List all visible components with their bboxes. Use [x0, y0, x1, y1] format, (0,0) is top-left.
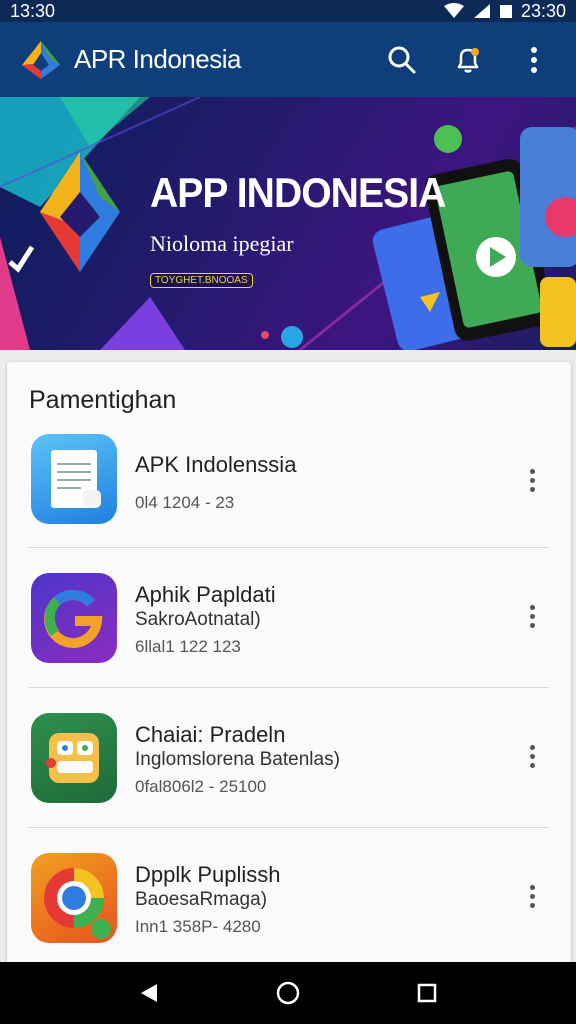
search-button[interactable] — [380, 38, 424, 82]
overflow-menu-button[interactable] — [512, 38, 556, 82]
section-title: Pamentighan — [29, 386, 177, 414]
app-icon-browser — [31, 853, 117, 943]
banner-artwork — [0, 97, 576, 350]
system-nav-bar — [0, 962, 576, 1024]
banner-subtitle: Nioloma ipegiar — [150, 231, 294, 256]
home-button[interactable] — [268, 973, 308, 1013]
battery-icon — [499, 5, 512, 18]
home-icon — [276, 981, 300, 1005]
app-icon-circle — [31, 573, 117, 663]
app-name: Chaiai: Pradeln — [135, 722, 286, 747]
document-icon — [51, 450, 101, 508]
app-title: APR Indonesia — [74, 44, 241, 74]
promo-banner[interactable]: APP INDONESIA Nioloma ipegiar TOYGHET.BN… — [0, 97, 576, 350]
status-icons: 23:30 — [443, 1, 566, 22]
item-more-button[interactable] — [522, 876, 542, 916]
search-icon — [388, 46, 416, 73]
divider — [29, 547, 549, 548]
app-icon-document — [31, 434, 117, 524]
banner-badge: TOYGHET.BNOOAS — [150, 273, 253, 288]
app-name: Dpplk Puplissh — [135, 862, 281, 887]
status-clock: 23:30 — [520, 0, 566, 21]
g-logo-icon — [44, 589, 103, 648]
wifi-icon — [443, 3, 464, 18]
list-item[interactable]: Aphik Papldati SakroAotnatal) 6llal1 122… — [7, 570, 571, 710]
app-name: Aphik Papldati — [135, 582, 276, 607]
app-logo-icon — [22, 40, 60, 79]
app-icon-chat — [31, 713, 117, 803]
app-subtitle: SakroAotnatal) — [135, 609, 261, 630]
item-more-button[interactable] — [522, 596, 542, 636]
app-subtitle: Inglomslorena Batenlas) — [135, 749, 340, 770]
browser-icon — [44, 868, 111, 939]
notification-button[interactable] — [446, 38, 490, 82]
more-vert-icon — [531, 46, 537, 73]
item-more-button[interactable] — [522, 460, 542, 500]
notification-bell-icon — [457, 47, 479, 73]
app-meta: 0l4 1204 - 23 — [135, 493, 235, 512]
banner-title: APP INDONESIA — [150, 169, 446, 216]
status-bar: 13:30 23:30 — [0, 0, 576, 22]
signal-icon — [473, 4, 490, 18]
app-subtitle: BaoesaRmaga) — [135, 889, 268, 910]
list-item[interactable]: APK Indolenssia 0l4 1204 - 23 — [7, 430, 571, 570]
status-time: 13:30 — [10, 0, 56, 21]
divider — [29, 827, 549, 828]
item-more-button[interactable] — [522, 736, 542, 776]
recents-button[interactable] — [407, 973, 447, 1013]
chat-icon — [46, 733, 99, 783]
app-name: APK Indolenssia — [135, 452, 297, 477]
recents-icon — [417, 983, 436, 1003]
app-meta: 0fal806l2 - 25100 — [135, 777, 267, 796]
list-item[interactable]: Dpplk Puplissh BaoesaRmaga) Inn1 358P- 4… — [7, 850, 571, 972]
app-meta: 6llal1 122 123 — [135, 637, 241, 656]
app-meta: Inn1 358P- 4280 — [135, 917, 261, 936]
divider — [29, 687, 549, 688]
list-item[interactable]: Chaiai: Pradeln Inglomslorena Batenlas) … — [7, 710, 571, 850]
back-icon — [141, 984, 158, 1002]
app-bar: APR Indonesia — [0, 22, 576, 97]
back-button[interactable] — [129, 973, 169, 1013]
app-list-card: Pamentighan APK Indolenssia 0l4 1204 - 2… — [7, 362, 571, 972]
